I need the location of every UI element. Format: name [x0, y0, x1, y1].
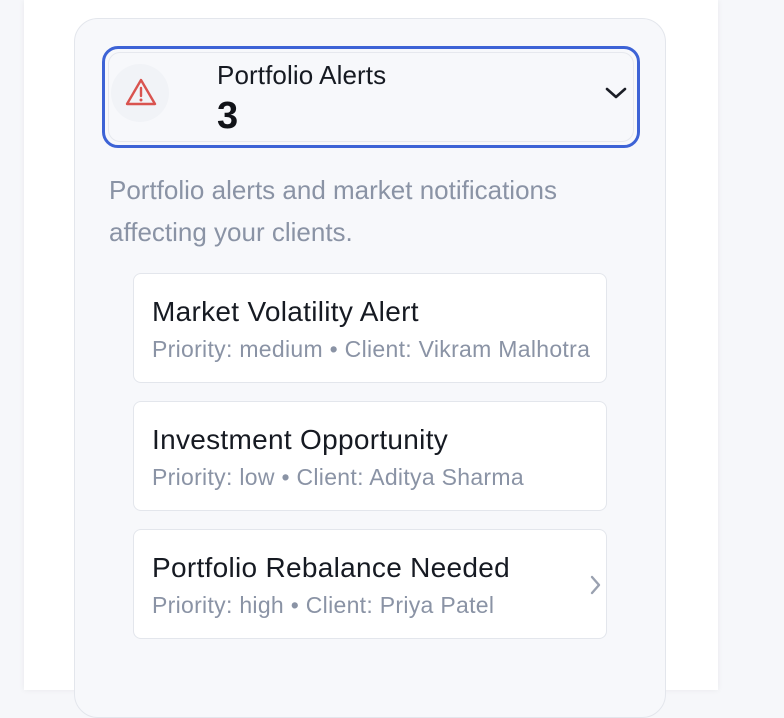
alert-item-title: Portfolio Rebalance Needed [152, 552, 511, 583]
alert-item-portfolio-rebalance[interactable]: Portfolio Rebalance Needed Priority: hig… [133, 529, 607, 639]
chevron-down-icon[interactable] [603, 83, 629, 108]
alerts-description: Portfolio alerts and market notification… [109, 175, 557, 247]
alert-icon-badge [111, 64, 169, 122]
alert-item-subtitle: Priority: low • Client: Aditya Sharma [152, 464, 524, 490]
alert-item-market-volatility[interactable]: Market Volatility Alert Priority: medium… [133, 273, 607, 383]
chevron-right-icon[interactable] [584, 572, 606, 603]
alert-item-investment-opportunity[interactable]: Investment Opportunity Priority: low • C… [133, 401, 607, 511]
alerts-panel: Portfolio Alerts 3 Portfolio alerts and … [74, 18, 666, 718]
alerts-title: Portfolio Alerts [217, 60, 387, 90]
alert-item-subtitle: Priority: high • Client: Priya Patel [152, 592, 495, 618]
alert-item-title: Market Volatility Alert [152, 296, 419, 327]
page-background: Portfolio Alerts 3 Portfolio alerts and … [24, 0, 718, 718]
alerts-count: 3 [217, 95, 239, 137]
alert-item-title: Investment Opportunity [152, 424, 449, 455]
alert-item-subtitle: Priority: medium • Client: Vikram Malhot… [152, 336, 591, 362]
alerts-dropdown-header[interactable]: Portfolio Alerts 3 [102, 46, 640, 148]
